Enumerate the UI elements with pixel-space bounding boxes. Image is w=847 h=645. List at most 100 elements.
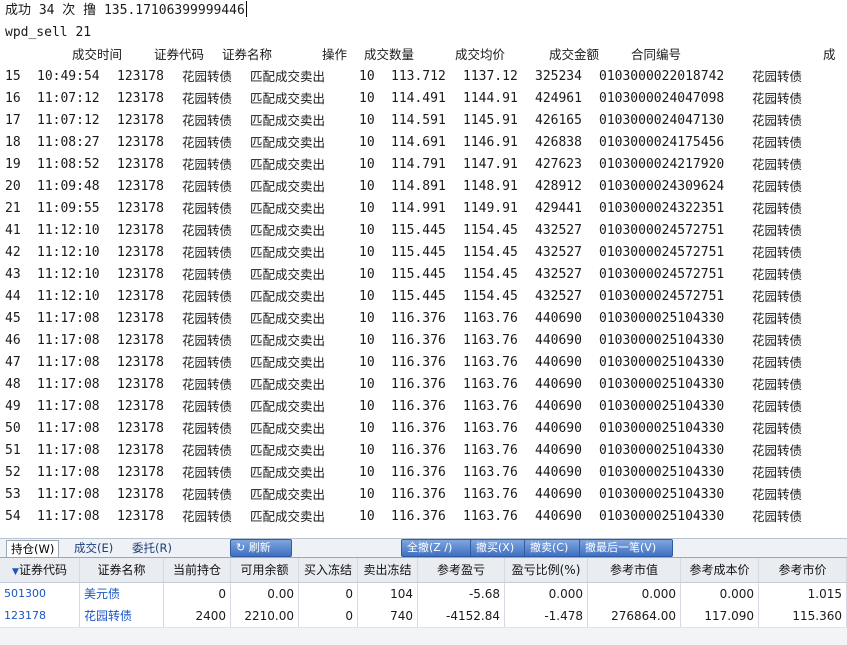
cancel-buy-button[interactable]: 撤买(X) xyxy=(470,539,528,557)
sec-code: 123178 xyxy=(117,113,164,128)
amount: 1163.76 xyxy=(463,443,518,458)
contract-no: 0103000024175456 xyxy=(599,135,725,150)
sec-name-2: 花园转债 xyxy=(752,421,803,436)
sec-name-2: 花园转债 xyxy=(752,465,803,480)
contract-no: 0103000025104330 xyxy=(599,333,725,348)
avg-price: 114.791 xyxy=(391,157,446,172)
qty: 10 xyxy=(359,487,375,502)
cell-sec-code: 501300 xyxy=(0,583,80,605)
row-index: 16 xyxy=(5,91,21,106)
row-index: 49 xyxy=(5,399,21,414)
avg-price: 116.376 xyxy=(391,487,446,502)
console-row: 16 11:07:12 123178 花园转债 匹配成交卖出 10 114.491 1144.… xyxy=(0,88,847,110)
trade-time: 11:17:08 xyxy=(37,377,100,392)
sec-code: 123178 xyxy=(117,487,164,502)
trade-time: 11:17:08 xyxy=(37,399,100,414)
sec-code: 123178 xyxy=(117,399,164,414)
deal-no: 426838 xyxy=(535,135,582,150)
trade-time: 11:12:10 xyxy=(37,245,100,260)
contract-no: 0103000024047130 xyxy=(599,113,725,128)
cell-buy-frozen: 0 xyxy=(299,583,358,605)
grid-header-col-position[interactable]: 当前持仓 xyxy=(164,558,231,582)
contract-no: 0103000024217920 xyxy=(599,157,725,172)
cell-pnl-ratio: 0.000 xyxy=(505,583,588,605)
cell-market-value: 276864.00 xyxy=(588,605,681,627)
hdr-extra: 成 xyxy=(823,47,836,62)
console-output[interactable]: 成功 34 次 撸 135.17106399999446 wpd_sell 21… xyxy=(0,0,847,538)
action: 匹配成交卖出 xyxy=(250,267,326,282)
sec-code: 123178 xyxy=(117,223,164,238)
refresh-button[interactable]: ↻ 刷新 xyxy=(230,539,292,557)
console-row: 52 11:17:08 123178 花园转债 匹配成交卖出 10 116.376 1163.… xyxy=(0,462,847,484)
grid-header-col-sec-name[interactable]: 证券名称 xyxy=(80,558,164,582)
console-row: 54 11:17:08 123178 花园转债 匹配成交卖出 10 116.376 1163.… xyxy=(0,506,847,528)
trade-time: 11:08:27 xyxy=(37,135,100,150)
deal-no: 325234 xyxy=(535,69,582,84)
refresh-label: 刷新 xyxy=(248,541,271,554)
amount: 1154.45 xyxy=(463,289,518,304)
sec-code: 123178 xyxy=(117,179,164,194)
amount: 1147.91 xyxy=(463,157,518,172)
deal-no: 428912 xyxy=(535,179,582,194)
grid-header-col-pnl-ratio[interactable]: 盈亏比例(%) xyxy=(505,558,588,582)
grid-header-col-sec-code[interactable]: ▼证券代码 xyxy=(0,558,80,582)
sec-name-2: 花园转债 xyxy=(752,487,803,502)
positions-row[interactable]: 123178 花园转债 2400 2210.00 0 740 -4152.84 -1.478 2… xyxy=(0,605,847,628)
deal-no: 429441 xyxy=(535,201,582,216)
action: 匹配成交卖出 xyxy=(250,399,326,414)
grid-header-col-market-price[interactable]: 参考市价 xyxy=(759,558,847,582)
sec-code: 123178 xyxy=(117,201,164,216)
action: 匹配成交卖出 xyxy=(250,223,326,238)
trade-time: 11:17:08 xyxy=(37,421,100,436)
sec-name-2: 花园转债 xyxy=(752,333,803,348)
grid-header-col-pnl[interactable]: 参考盈亏 xyxy=(418,558,505,582)
cell-position: 0 xyxy=(164,583,231,605)
action: 匹配成交卖出 xyxy=(250,311,326,326)
sec-name-2: 花园转债 xyxy=(752,399,803,414)
cell-sell-frozen: 104 xyxy=(358,583,418,605)
console-row: 42 11:12:10 123178 花园转债 匹配成交卖出 10 115.445 1154.… xyxy=(0,242,847,264)
sec-name-2: 花园转债 xyxy=(752,179,803,194)
cell-pnl: -5.68 xyxy=(418,583,505,605)
amount: 1163.76 xyxy=(463,465,518,480)
qty: 10 xyxy=(359,135,375,150)
grid-header-col-sell-frozen[interactable]: 卖出冻结 xyxy=(358,558,418,582)
sec-code: 123178 xyxy=(117,421,164,436)
tab-orders[interactable]: 委托(R) xyxy=(128,540,176,556)
amount: 1163.76 xyxy=(463,421,518,436)
avg-price: 114.591 xyxy=(391,113,446,128)
sec-name: 花园转债 xyxy=(182,289,233,304)
avg-price: 116.376 xyxy=(391,465,446,480)
cancel-last-button[interactable]: 撤最后一笔(V) xyxy=(579,539,673,557)
console-row: 46 11:17:08 123178 花园转债 匹配成交卖出 10 116.376 1163.… xyxy=(0,330,847,352)
grid-header-col-available[interactable]: 可用余额 xyxy=(231,558,299,582)
action: 匹配成交卖出 xyxy=(250,465,326,480)
row-index: 19 xyxy=(5,157,21,172)
amount: 1137.12 xyxy=(463,69,518,84)
qty: 10 xyxy=(359,245,375,260)
amount: 1146.91 xyxy=(463,135,518,150)
trade-time: 11:17:08 xyxy=(37,355,100,370)
avg-price: 116.376 xyxy=(391,509,446,524)
sec-name-2: 花园转债 xyxy=(752,201,803,216)
positions-row[interactable]: 501300 美元债 0 0.00 0 104 -5.68 0.000 0.000 0.000 1.… xyxy=(0,583,847,606)
qty: 10 xyxy=(359,509,375,524)
action: 匹配成交卖出 xyxy=(250,487,326,502)
deal-no: 440690 xyxy=(535,421,582,436)
avg-price: 116.376 xyxy=(391,355,446,370)
cancel-sell-button[interactable]: 撤卖(C) xyxy=(524,539,582,557)
tab-positions[interactable]: 持仓(W) xyxy=(6,540,60,557)
sec-name: 花园转债 xyxy=(182,333,233,348)
amount: 1163.76 xyxy=(463,509,518,524)
avg-price: 114.491 xyxy=(391,91,446,106)
tab-trades[interactable]: 成交(E) xyxy=(70,540,117,556)
grid-header-col-market-value[interactable]: 参考市值 xyxy=(588,558,681,582)
grid-header-col-cost-price[interactable]: 参考成本价 xyxy=(681,558,759,582)
cancel-all-button[interactable]: 全撤(Z /) xyxy=(401,539,473,557)
sec-name-2: 花园转债 xyxy=(752,223,803,238)
grid-header-col-buy-frozen[interactable]: 买入冻结 xyxy=(299,558,358,582)
trade-time: 11:09:55 xyxy=(37,201,100,216)
action: 匹配成交卖出 xyxy=(250,333,326,348)
action: 匹配成交卖出 xyxy=(250,421,326,436)
action: 匹配成交卖出 xyxy=(250,443,326,458)
